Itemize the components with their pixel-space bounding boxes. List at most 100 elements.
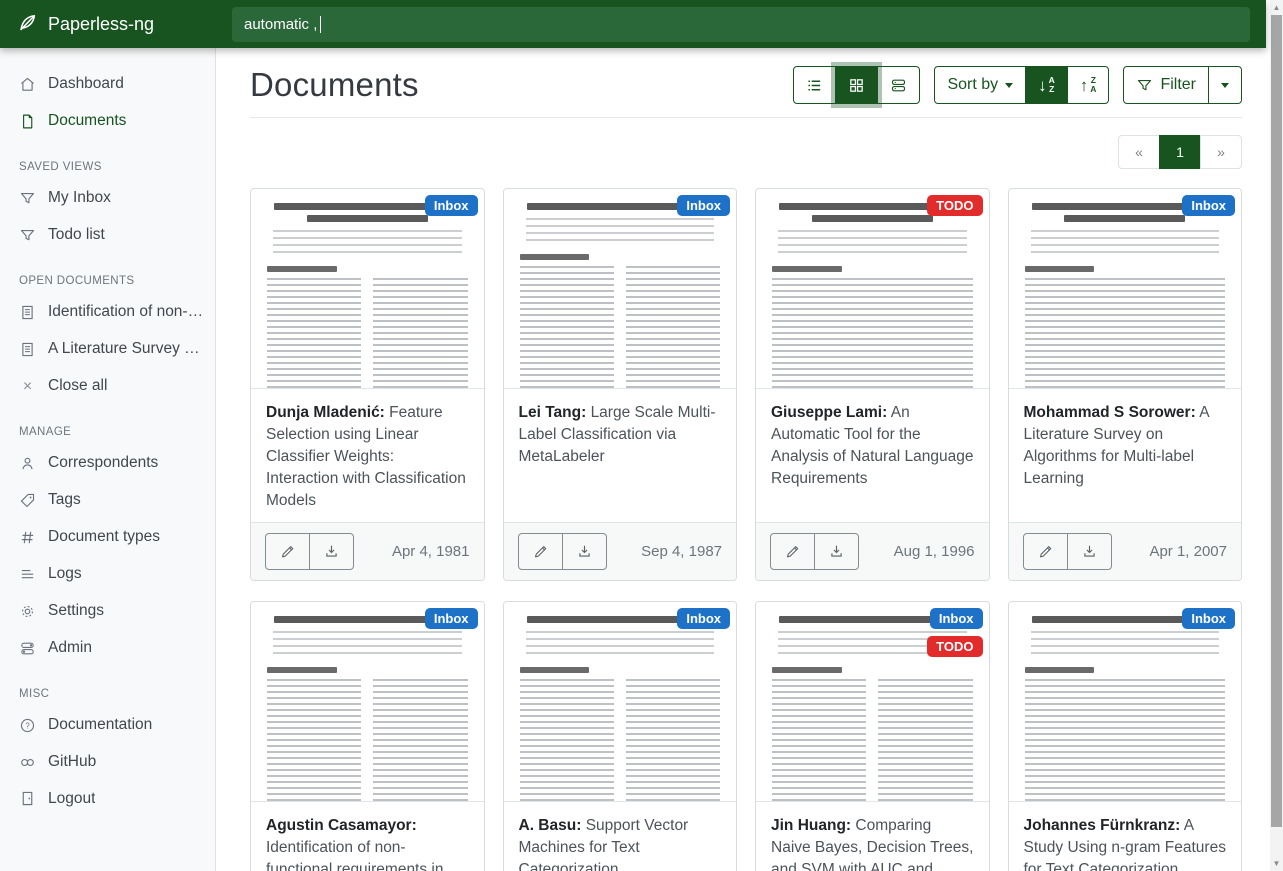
sort-by-button[interactable]: Sort by xyxy=(934,66,1026,104)
detail-view-button[interactable] xyxy=(877,66,920,104)
sidebar-item-documents[interactable]: Documents xyxy=(0,103,215,140)
tag-badge-todo[interactable]: TODO xyxy=(927,195,982,216)
pagination-next-button[interactable]: » xyxy=(1200,135,1242,169)
top-bar: Paperless-ng automatic , xyxy=(0,0,1266,48)
download-document-button[interactable] xyxy=(814,533,859,570)
document-thumbnail[interactable] xyxy=(756,189,989,389)
document-card: Inbox Lei Tang: Large Scale Multi-Label … xyxy=(503,188,738,581)
grid-view-button[interactable] xyxy=(835,66,878,104)
pencil-icon xyxy=(1037,543,1054,560)
file-text-icon xyxy=(19,341,36,358)
page-title: Documents xyxy=(250,66,419,104)
tag-badge-inbox[interactable]: Inbox xyxy=(425,195,478,216)
sidebar-item-label: Tags xyxy=(48,490,81,511)
document-title-link[interactable]: Lei Tang: Large Scale Multi-Label Classi… xyxy=(504,389,737,522)
sidebar-item-my-inbox[interactable]: My Inbox xyxy=(0,180,215,217)
sidebar-item-label: Settings xyxy=(48,601,104,622)
sidebar-item-correspondents[interactable]: Correspondents xyxy=(0,445,215,482)
sidebar-item-tags[interactable]: Tags xyxy=(0,482,215,519)
document-thumbnail[interactable] xyxy=(1009,189,1242,389)
sidebar-item-logs[interactable]: Logs xyxy=(0,556,215,593)
card-footer: Apr 1, 2007 xyxy=(1009,522,1242,580)
document-card: Inbox Dunja Mladenić: Feature Selection … xyxy=(250,188,485,581)
document-thumbnail[interactable] xyxy=(504,602,737,802)
sidebar-item-settings[interactable]: Settings xyxy=(0,593,215,630)
close-icon: × xyxy=(19,376,36,398)
paperless-app: Paperless-ng automatic , Dashboard Docum… xyxy=(0,0,1266,871)
sidebar-item-github[interactable]: GitHub xyxy=(0,744,215,781)
filter-dropdown-button[interactable] xyxy=(1208,66,1242,104)
filter-button[interactable]: Filter xyxy=(1123,66,1209,104)
sidebar-item-open-doc-2[interactable]: A Literature Survey on ... xyxy=(0,331,215,368)
sidebar-item-label: Documentation xyxy=(48,715,152,736)
document-thumbnail[interactable] xyxy=(504,189,737,389)
document-card: Inbox A. Basu: Support Vector Machines f… xyxy=(503,601,738,871)
document-thumbnail[interactable] xyxy=(251,602,484,802)
scrollbar-thumb[interactable] xyxy=(1271,15,1282,827)
sort-ascending-button[interactable]: ↑ ZA xyxy=(1067,66,1110,104)
document-card: TODO Giuseppe Lami: An Automatic Tool fo… xyxy=(755,188,990,581)
edit-document-button[interactable] xyxy=(265,533,310,570)
text-cursor xyxy=(320,16,321,33)
sort-descending-button[interactable]: ↓ AZ xyxy=(1025,66,1068,104)
tag-badge-inbox[interactable]: Inbox xyxy=(677,195,730,216)
document-date: Apr 1, 2007 xyxy=(1149,543,1227,560)
vertical-scrollbar[interactable]: ▲ ▼ xyxy=(1266,0,1283,871)
card-footer: Sep 4, 1987 xyxy=(504,522,737,580)
document-title-link[interactable]: Dunja Mladenić: Feature Selection using … xyxy=(251,389,484,522)
sidebar-section-saved-views: SAVED VIEWS xyxy=(0,140,215,180)
document-title-link[interactable]: Agustin Casamayor: Identification of non… xyxy=(251,802,484,871)
document-title-link[interactable]: Giuseppe Lami: An Automatic Tool for the… xyxy=(756,389,989,522)
pagination-prev-button[interactable]: « xyxy=(1118,135,1160,169)
sidebar-item-open-doc-1[interactable]: Identification of non-fu... xyxy=(0,294,215,331)
search-input[interactable]: automatic , xyxy=(232,7,1250,42)
person-icon xyxy=(19,455,36,472)
sidebar-item-label: Correspondents xyxy=(48,453,158,474)
tag-badge-inbox[interactable]: Inbox xyxy=(1182,608,1235,629)
card-footer: Aug 1, 1996 xyxy=(756,522,989,580)
list-view-button[interactable] xyxy=(793,66,836,104)
document-thumbnail[interactable] xyxy=(1009,602,1242,802)
sort-descending-icon: ↓ AZ xyxy=(1038,76,1055,94)
document-title-link[interactable]: Mohammad S Sorower: A Literature Survey … xyxy=(1009,389,1242,522)
tag-badge-todo[interactable]: TODO xyxy=(927,636,982,657)
document-card: Inbox Agustin Casamayor: Identification … xyxy=(250,601,485,871)
scrollbar-down-arrow-icon[interactable]: ▼ xyxy=(1270,856,1283,871)
document-card: Inbox Johannes Fürnkranz: A Study Using … xyxy=(1008,601,1243,871)
scrollbar-up-arrow-icon[interactable]: ▲ xyxy=(1270,0,1283,15)
sidebar-item-close-all[interactable]: × Close all xyxy=(0,368,215,406)
document-title-link[interactable]: Johannes Fürnkranz: A Study Using n-gram… xyxy=(1009,802,1242,871)
tag-badge-inbox[interactable]: Inbox xyxy=(425,608,478,629)
detail-view-icon xyxy=(890,77,907,94)
app-brand[interactable]: Paperless-ng xyxy=(0,0,216,48)
filter-label: Filter xyxy=(1160,76,1196,94)
document-title-link[interactable]: A. Basu: Support Vector Machines for Tex… xyxy=(504,802,737,871)
house-icon xyxy=(19,76,36,93)
download-document-button[interactable] xyxy=(1067,533,1112,570)
sidebar-item-label: Document types xyxy=(48,527,160,548)
sidebar-item-label: Logs xyxy=(48,564,82,585)
tag-badge-inbox[interactable]: Inbox xyxy=(930,608,983,629)
sidebar-item-label: Identification of non-fu... xyxy=(48,302,207,323)
edit-document-button[interactable] xyxy=(518,533,563,570)
filter-group: Filter xyxy=(1123,66,1242,104)
download-document-button[interactable] xyxy=(309,533,354,570)
download-document-button[interactable] xyxy=(562,533,607,570)
document-correspondent: A. Basu: xyxy=(519,817,582,834)
sidebar-item-label: Dashboard xyxy=(48,74,124,95)
edit-document-button[interactable] xyxy=(770,533,815,570)
pagination-page-1-button[interactable]: 1 xyxy=(1159,135,1201,169)
tag-badge-inbox[interactable]: Inbox xyxy=(677,608,730,629)
edit-document-button[interactable] xyxy=(1023,533,1068,570)
sidebar-item-documentation[interactable]: Documentation xyxy=(0,707,215,744)
tag-badge-inbox[interactable]: Inbox xyxy=(1182,195,1235,216)
sidebar-item-admin[interactable]: Admin xyxy=(0,630,215,667)
list-view-icon xyxy=(806,77,823,94)
sidebar-item-todo-list[interactable]: Todo list xyxy=(0,217,215,254)
document-card: Inbox Mohammad S Sorower: A Literature S… xyxy=(1008,188,1243,581)
document-thumbnail[interactable] xyxy=(251,189,484,389)
document-title-link[interactable]: Jin Huang: Comparing Naive Bayes, Decisi… xyxy=(756,802,989,871)
sidebar-item-logout[interactable]: Logout xyxy=(0,781,215,818)
sidebar-item-document-types[interactable]: Document types xyxy=(0,519,215,556)
sidebar-item-dashboard[interactable]: Dashboard xyxy=(0,66,215,103)
